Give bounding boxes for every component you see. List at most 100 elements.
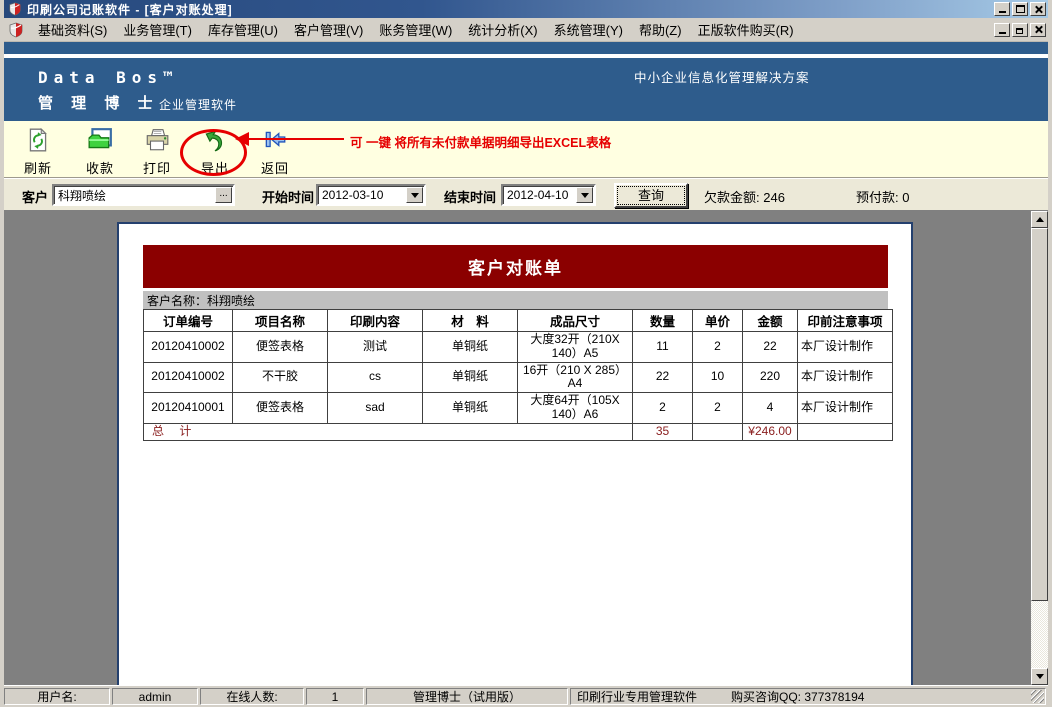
statement-page: 客户对账单 客户名称：科翔喷绘 订单编号 项目名称 印刷内容 材 料 成品尺寸 …: [117, 222, 913, 685]
start-date-combobox[interactable]: 2012-03-10: [316, 184, 426, 206]
statement-title: 客户对账单: [143, 245, 888, 288]
close-button[interactable]: [1030, 2, 1046, 16]
cell-project: 便签表格: [232, 392, 328, 424]
end-date-label: 结束时间: [444, 190, 497, 205]
brand-slogan: 中小企业信息化管理解决方案: [634, 71, 810, 85]
cell-qty: 2: [632, 392, 693, 424]
collect-payment-label: 收款: [85, 161, 114, 176]
mdi-close-button[interactable]: [1030, 22, 1046, 37]
minimize-icon: [998, 11, 1006, 13]
product-info-panel: 印刷行业专用管理软件 购买咨询QQ: 377378194: [570, 688, 1046, 705]
table-row: 20120410002 便签表格 测试 单铜纸 大度32开（210X 140）A…: [143, 331, 893, 363]
col-order-no: 订单编号: [143, 309, 233, 332]
chevron-down-icon: [580, 192, 589, 198]
end-date-value: 2012-04-10: [507, 188, 569, 202]
maximize-button[interactable]: [1012, 2, 1028, 16]
back-button[interactable]: 返回: [250, 127, 300, 177]
start-date-value: 2012-03-10: [322, 188, 384, 202]
end-date-dropdown-button[interactable]: [576, 187, 593, 203]
scroll-down-button[interactable]: [1031, 668, 1048, 685]
mdi-restore-button[interactable]: [1012, 22, 1028, 37]
online-count-label: 在线人数:: [200, 688, 304, 705]
menu-statistics[interactable]: 统计分析(X): [460, 17, 545, 42]
menu-buy-genuine[interactable]: 正版软件购买(R): [690, 17, 802, 42]
total-price-empty: [692, 422, 743, 441]
cell-size: 16开（210 X 285）A4: [517, 361, 633, 394]
workspace: 客户对账单 客户名称：科翔喷绘 订单编号 项目名称 印刷内容 材 料 成品尺寸 …: [4, 211, 1048, 685]
cell-qty: 11: [632, 331, 693, 363]
child-shield-icon: [8, 22, 24, 38]
app-shield-icon: [8, 2, 22, 16]
scrollbar-thumb[interactable]: [1031, 228, 1048, 601]
menu-customer[interactable]: 客户管理(V): [286, 17, 371, 42]
triangle-down-icon: [1035, 674, 1044, 679]
cell-price: 10: [692, 361, 743, 394]
cell-material: 单铜纸: [422, 331, 518, 363]
table-row: 20120410001 便签表格 sad 单铜纸 大度64开（105X 140）…: [143, 392, 893, 424]
export-icon: [202, 127, 228, 156]
toolbar: 刷新 收款 打印 导出 返回 可 一键 将所有未付款单据明细导出EXCEL表格: [4, 121, 1048, 178]
col-size: 成品尺寸: [517, 309, 633, 332]
cell-price: 2: [692, 331, 743, 363]
export-label: 导出: [200, 161, 229, 176]
refresh-icon: [25, 127, 51, 156]
table-header-row: 订单编号 项目名称 印刷内容 材 料 成品尺寸 数量 单价 金额 印前注意事项: [143, 309, 893, 332]
vertical-scrollbar[interactable]: [1031, 211, 1048, 685]
table-total-row: 总 计 35 ¥246.00: [143, 422, 893, 441]
minimize-button[interactable]: [994, 2, 1010, 16]
col-price: 单价: [692, 309, 743, 332]
product-name: 印刷行业专用管理软件: [577, 690, 698, 704]
start-date-dropdown-button[interactable]: [406, 187, 423, 203]
brand-subtitle: 企业管理软件: [159, 98, 238, 112]
cell-content: cs: [327, 361, 423, 394]
triangle-up-icon: [1035, 217, 1044, 222]
cell-price: 2: [692, 392, 743, 424]
col-notes: 印前注意事项: [797, 309, 893, 332]
menu-items: 基础资料(S) 业务管理(T) 库存管理(U) 客户管理(V) 账务管理(W) …: [30, 17, 992, 42]
menu-business[interactable]: 业务管理(T): [115, 17, 200, 42]
refresh-button[interactable]: 刷新: [13, 127, 63, 177]
cell-size: 大度32开（210X 140）A5: [517, 331, 633, 363]
menu-inventory[interactable]: 库存管理(U): [200, 17, 286, 42]
mdi-minimize-button[interactable]: [994, 22, 1010, 37]
cell-order-no: 20120410002: [143, 361, 233, 394]
print-icon: [144, 127, 170, 156]
query-button[interactable]: 查询: [614, 183, 688, 208]
print-label: 打印: [142, 161, 171, 176]
col-content: 印刷内容: [327, 309, 423, 332]
cell-project: 不干胶: [232, 361, 328, 394]
menu-finance[interactable]: 账务管理(W): [371, 17, 460, 42]
menu-basic-data[interactable]: 基础资料(S): [30, 17, 115, 42]
mdi-close-icon: [1034, 25, 1043, 34]
col-amount: 金额: [742, 309, 798, 332]
scroll-up-button[interactable]: [1031, 211, 1048, 228]
cell-size: 大度64开（105X 140）A6: [517, 392, 633, 424]
annotation-text: 可 一键 将所有未付款单据明细导出EXCEL表格: [350, 136, 612, 150]
resize-grip[interactable]: [1031, 690, 1044, 703]
cell-material: 单铜纸: [422, 392, 518, 424]
customer-input[interactable]: 科翔喷绘 ...: [52, 184, 235, 206]
refresh-label: 刷新: [23, 161, 52, 176]
end-date-combobox[interactable]: 2012-04-10: [501, 184, 596, 206]
cell-amount: 4: [742, 392, 798, 424]
customer-browse-button[interactable]: ...: [215, 187, 232, 203]
menu-bar: 基础资料(S) 业务管理(T) 库存管理(U) 客户管理(V) 账务管理(W) …: [4, 18, 1048, 42]
maximize-icon: [1015, 5, 1025, 13]
statement-customer-line: 客户名称：科翔喷绘: [143, 291, 888, 309]
window-title: 印刷公司记账软件 - [客户对账处理]: [27, 2, 233, 17]
export-button[interactable]: 导出: [190, 127, 240, 177]
print-button[interactable]: 打印: [132, 127, 182, 177]
app-window: 印刷公司记账软件 - [客户对账处理] 基础资料(S) 业务管理(T) 库存管理…: [0, 0, 1052, 707]
username-label: 用户名:: [4, 688, 110, 705]
menu-help[interactable]: 帮助(Z): [631, 17, 690, 42]
cell-notes: 本厂设计制作: [797, 392, 893, 424]
purchase-qq: 购买咨询QQ: 377378194: [731, 690, 865, 704]
back-label: 返回: [260, 161, 289, 176]
menu-system[interactable]: 系统管理(Y): [546, 17, 631, 42]
brand-name: Data Bos™: [38, 68, 179, 87]
cell-project: 便签表格: [232, 331, 328, 363]
collect-payment-button[interactable]: 收款: [75, 127, 125, 177]
col-qty: 数量: [632, 309, 693, 332]
title-bar: 印刷公司记账软件 - [客户对账处理]: [4, 0, 1048, 18]
statement-table: 订单编号 项目名称 印刷内容 材 料 成品尺寸 数量 单价 金额 印前注意事项 …: [143, 309, 893, 441]
